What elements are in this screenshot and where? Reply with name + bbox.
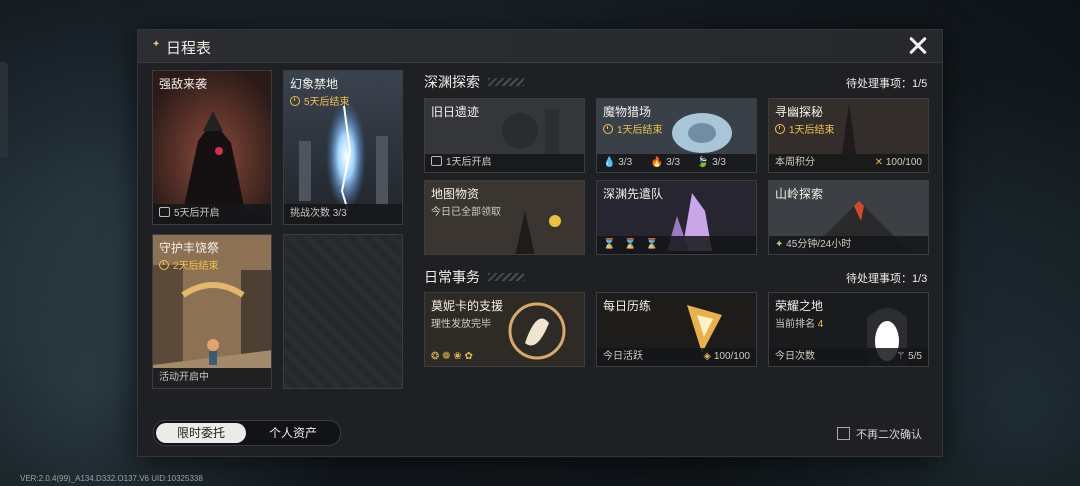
- monster-art: [153, 71, 271, 224]
- map-supplies-card[interactable]: 地图物资 今日已全部领取: [424, 180, 585, 255]
- schedule-panel: ✦ 日程表 强敌来袭 5天后开启 幻象禁地 5天后结束 挑战次数 3/3 守护丰…: [138, 30, 942, 456]
- crossed-swords-icon: ✕: [874, 157, 884, 168]
- monica-support-card[interactable]: 莫妮卡的支援 理性发放完毕 ❂ ❁ ❀ ✿: [424, 292, 585, 367]
- version-text: VER:2.0.4(99)_A134.D332.O137.V6 UID:1032…: [20, 474, 203, 483]
- tab-bar: 限时委托 个人资产: [153, 420, 341, 446]
- hourglass-icon: ⌛: [624, 239, 637, 250]
- hourglass-icon: ⌛: [603, 239, 616, 250]
- card-title: 幻象禁地: [290, 77, 339, 91]
- monster-hunt-card[interactable]: 魔物猎场 1天后结束 💧 3/3 🔥 3/3 🍃 3/3: [596, 98, 757, 173]
- card-footer: 💧 3/3 🔥 3/3 🍃 3/3: [597, 154, 756, 172]
- card-subtitle: 当前排名 4: [775, 319, 824, 330]
- card-title: 旧日遗迹: [431, 105, 480, 119]
- card-footer: 本周积分 ✕ 100/100: [769, 154, 928, 172]
- clock-icon: [159, 260, 169, 270]
- checkbox-label: 不再二次确认: [856, 429, 922, 441]
- reward-icon: ❂: [431, 351, 440, 362]
- card-timer: 5天后结束: [290, 93, 350, 108]
- card-footer: 活动开启中: [153, 368, 271, 388]
- tab-limited-commission[interactable]: 限时委托: [156, 423, 246, 443]
- no-confirm-toggle[interactable]: 不再二次确认: [837, 426, 922, 442]
- clock-icon: [290, 96, 300, 106]
- lock-icon: [159, 207, 170, 217]
- hourglass-icon: ⌛: [645, 239, 658, 250]
- empty-slot: [283, 234, 403, 389]
- card-timer: 1天后结束: [603, 121, 663, 136]
- section-decoration: [488, 78, 524, 86]
- card-timer: 2天后结束: [159, 257, 219, 272]
- flame-icon: 🔥: [650, 157, 664, 168]
- leaf-icon: 🍃: [696, 157, 710, 168]
- card-subtitle: 今日已全部领取: [431, 207, 501, 218]
- harvest-festival-card[interactable]: 守护丰饶祭 2天后结束 活动开启中: [152, 234, 272, 389]
- illusion-card[interactable]: 幻象禁地 5天后结束 挑战次数 3/3: [283, 70, 403, 225]
- panel-title: 日程表: [166, 40, 212, 57]
- card-footer: 今日活跃 ◈ 100/100: [597, 348, 756, 366]
- abyss-section-title: 深渊探索: [424, 74, 480, 90]
- abyss-pending-count: 待处理事项：1/5: [846, 78, 928, 90]
- old-ruins-card[interactable]: 旧日遗迹 1天后开启: [424, 98, 585, 173]
- reward-icon: ❀: [453, 351, 462, 362]
- checkbox[interactable]: [837, 427, 850, 440]
- card-subtitle: 理性发放完毕: [431, 319, 491, 330]
- drop-icon: 💧: [603, 157, 616, 168]
- mountain-exploration-card[interactable]: 山岭探索 ✦ 45分钟/24小时: [768, 180, 929, 255]
- rank-value: 4: [817, 319, 824, 330]
- daily-section-title: 日常事务: [424, 269, 480, 285]
- glory-land-card[interactable]: 荣耀之地 当前排名 4 今日次数 ⚚ 5/5: [768, 292, 929, 367]
- side-handle[interactable]: [0, 62, 8, 158]
- card-footer: 挑战次数 3/3: [284, 204, 402, 224]
- card-title: 每日历练: [603, 299, 652, 313]
- card-title: 荣耀之地: [775, 299, 824, 313]
- section-decoration: [488, 273, 524, 281]
- card-title: 强敌来袭: [159, 77, 208, 91]
- card-title: 魔物猎场: [603, 105, 652, 119]
- abyss-vanguard-card[interactable]: 深渊先遣队 ⌛ ⌛ ⌛: [596, 180, 757, 255]
- card-title: 守护丰饶祭: [159, 241, 220, 255]
- activity-icon: ◈: [703, 351, 712, 362]
- card-footer: ⌛ ⌛ ⌛: [597, 236, 756, 254]
- sparkle-icon: ✦: [775, 239, 784, 250]
- card-footer: 1天后开启: [425, 154, 584, 172]
- tab-personal-assets[interactable]: 个人资产: [250, 423, 336, 443]
- card-footer: 今日次数 ⚚ 5/5: [769, 348, 928, 366]
- lock-icon: [431, 156, 442, 166]
- sparkle-icon: ✦: [152, 39, 161, 50]
- close-button[interactable]: [906, 33, 930, 57]
- reward-icon: ✿: [464, 351, 473, 362]
- daily-training-card[interactable]: 每日历练 今日活跃 ◈ 100/100: [596, 292, 757, 367]
- card-footer: 5天后开启: [153, 204, 271, 224]
- card-title: 地图物资: [431, 187, 480, 201]
- card-footer: ❂ ❁ ❀ ✿: [425, 348, 584, 366]
- reward-icon: ❁: [442, 351, 451, 362]
- card-title: 山岭探索: [775, 187, 824, 201]
- card-title: 莫妮卡的支援: [431, 299, 504, 313]
- card-timer: 1天后结束: [775, 121, 835, 136]
- seek-secrets-card[interactable]: 寻幽探秘 1天后结束 本周积分 ✕ 100/100: [768, 98, 929, 173]
- clock-icon: [603, 124, 613, 134]
- strong-enemy-card[interactable]: 强敌来袭 5天后开启: [152, 70, 272, 225]
- trident-icon: ⚚: [896, 351, 906, 362]
- daily-pending-count: 待处理事项：1/3: [846, 273, 928, 285]
- card-footer: ✦ 45分钟/24小时: [769, 236, 928, 254]
- card-title: 寻幽探秘: [775, 105, 824, 119]
- clock-icon: [775, 124, 785, 134]
- panel-header: ✦ 日程表: [138, 30, 942, 63]
- card-title: 深渊先遣队: [603, 187, 664, 201]
